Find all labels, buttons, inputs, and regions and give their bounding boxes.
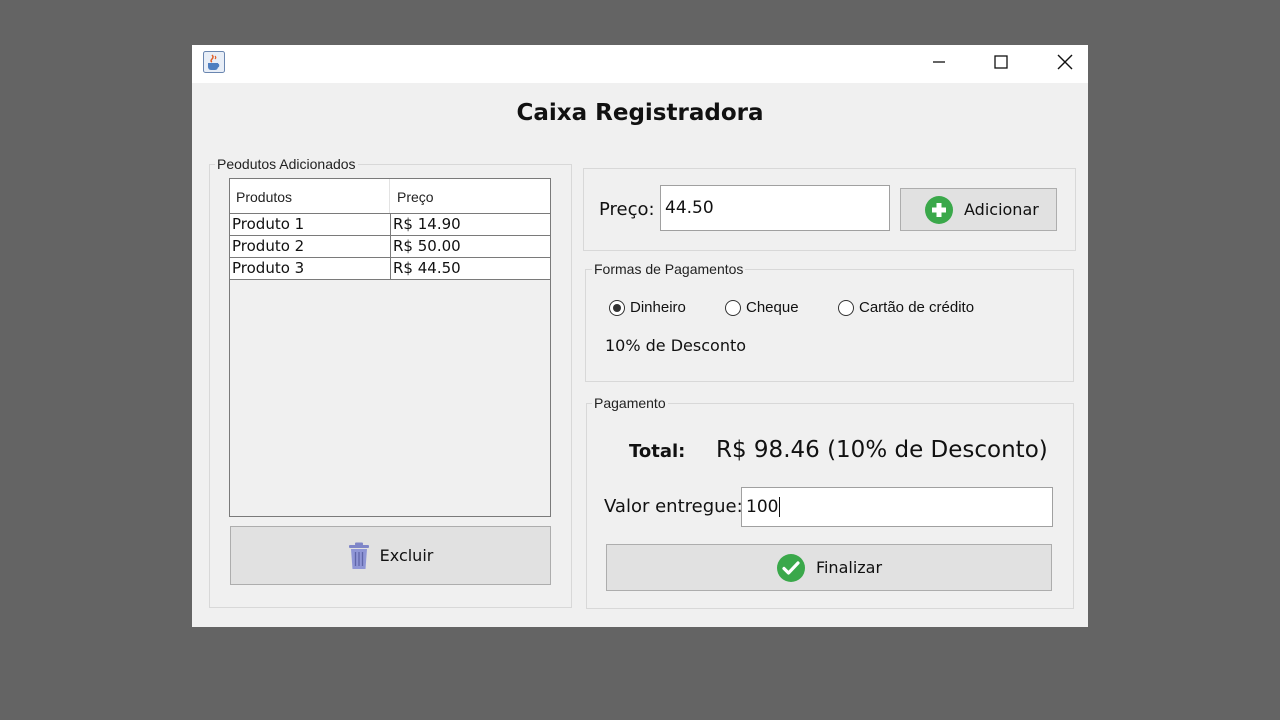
payment-methods-group — [585, 269, 1074, 382]
delete-button[interactable]: Excluir — [230, 526, 551, 585]
products-legend: Peodutos Adicionados — [215, 156, 358, 172]
page-title: Caixa Registradora — [516, 100, 764, 126]
price-input[interactable]: 44.50 — [660, 185, 890, 231]
radio-cheque-label: Cheque — [746, 299, 799, 316]
text-caret — [779, 497, 781, 517]
column-header-preco[interactable]: Preço — [397, 179, 434, 213]
maximize-button[interactable] — [973, 45, 1029, 79]
radio-cheque[interactable]: Cheque — [725, 299, 799, 316]
payment-methods-legend: Formas de Pagamentos — [592, 261, 746, 277]
table-header: Produtos Preço — [230, 179, 550, 214]
table-row[interactable]: Produto 3 R$ 44.50 — [230, 257, 550, 280]
radio-circle-checked — [609, 299, 625, 316]
tendered-label: Valor entregue: — [604, 496, 743, 517]
finalize-button[interactable]: Finalizar — [606, 544, 1052, 591]
radio-circle — [725, 299, 741, 316]
plus-circle-icon — [925, 195, 953, 224]
close-button[interactable] — [1037, 45, 1093, 79]
total-label: Total: — [629, 441, 686, 462]
radio-cartao-label: Cartão de crédito — [859, 299, 975, 316]
radio-circle — [838, 299, 854, 316]
title-bar — [192, 45, 1088, 83]
cell-product-price: R$ 14.90 — [393, 215, 461, 233]
total-value: R$ 98.46 (10% de Desconto) — [716, 437, 1048, 463]
maximize-icon — [994, 55, 1008, 69]
price-label: Preço: — [599, 199, 655, 220]
cell-divider — [390, 214, 391, 235]
minimize-button[interactable] — [911, 45, 967, 79]
cell-divider — [390, 236, 391, 257]
java-coffee-icon[interactable] — [203, 51, 225, 73]
table-row[interactable]: Produto 2 R$ 50.00 — [230, 235, 550, 257]
minimize-icon — [933, 61, 945, 63]
cell-product-name: Produto 1 — [232, 215, 305, 233]
add-button[interactable]: Adicionar — [900, 188, 1057, 231]
cell-product-price: R$ 50.00 — [393, 237, 461, 255]
products-table: Produtos Preço Produto 1 R$ 14.90 Produt… — [229, 178, 551, 517]
finalize-button-label: Finalizar — [815, 558, 883, 577]
header-divider — [389, 179, 390, 213]
cell-product-name: Produto 2 — [232, 237, 305, 255]
cell-divider — [390, 258, 391, 279]
radio-dinheiro-label: Dinheiro — [630, 299, 686, 316]
app-window: Caixa Registradora Peodutos Adicionados … — [192, 45, 1088, 627]
column-header-produtos[interactable]: Produtos — [236, 179, 292, 213]
trash-icon — [348, 542, 369, 569]
discount-info: 10% de Desconto — [605, 336, 747, 355]
payment-legend: Pagamento — [592, 395, 668, 411]
close-icon — [1057, 54, 1073, 70]
cell-product-price: R$ 44.50 — [393, 259, 461, 277]
delete-button-label: Excluir — [379, 546, 434, 565]
radio-cartao-credito[interactable]: Cartão de crédito — [838, 299, 974, 316]
check-circle-icon — [776, 553, 805, 582]
add-button-label: Adicionar — [964, 200, 1039, 219]
table-row[interactable]: Produto 1 R$ 14.90 — [230, 213, 550, 235]
tendered-input[interactable]: 100 — [741, 487, 1053, 527]
radio-dinheiro[interactable]: Dinheiro — [609, 299, 686, 316]
tendered-value: 100 — [746, 497, 779, 517]
cell-product-name: Produto 3 — [232, 259, 305, 277]
